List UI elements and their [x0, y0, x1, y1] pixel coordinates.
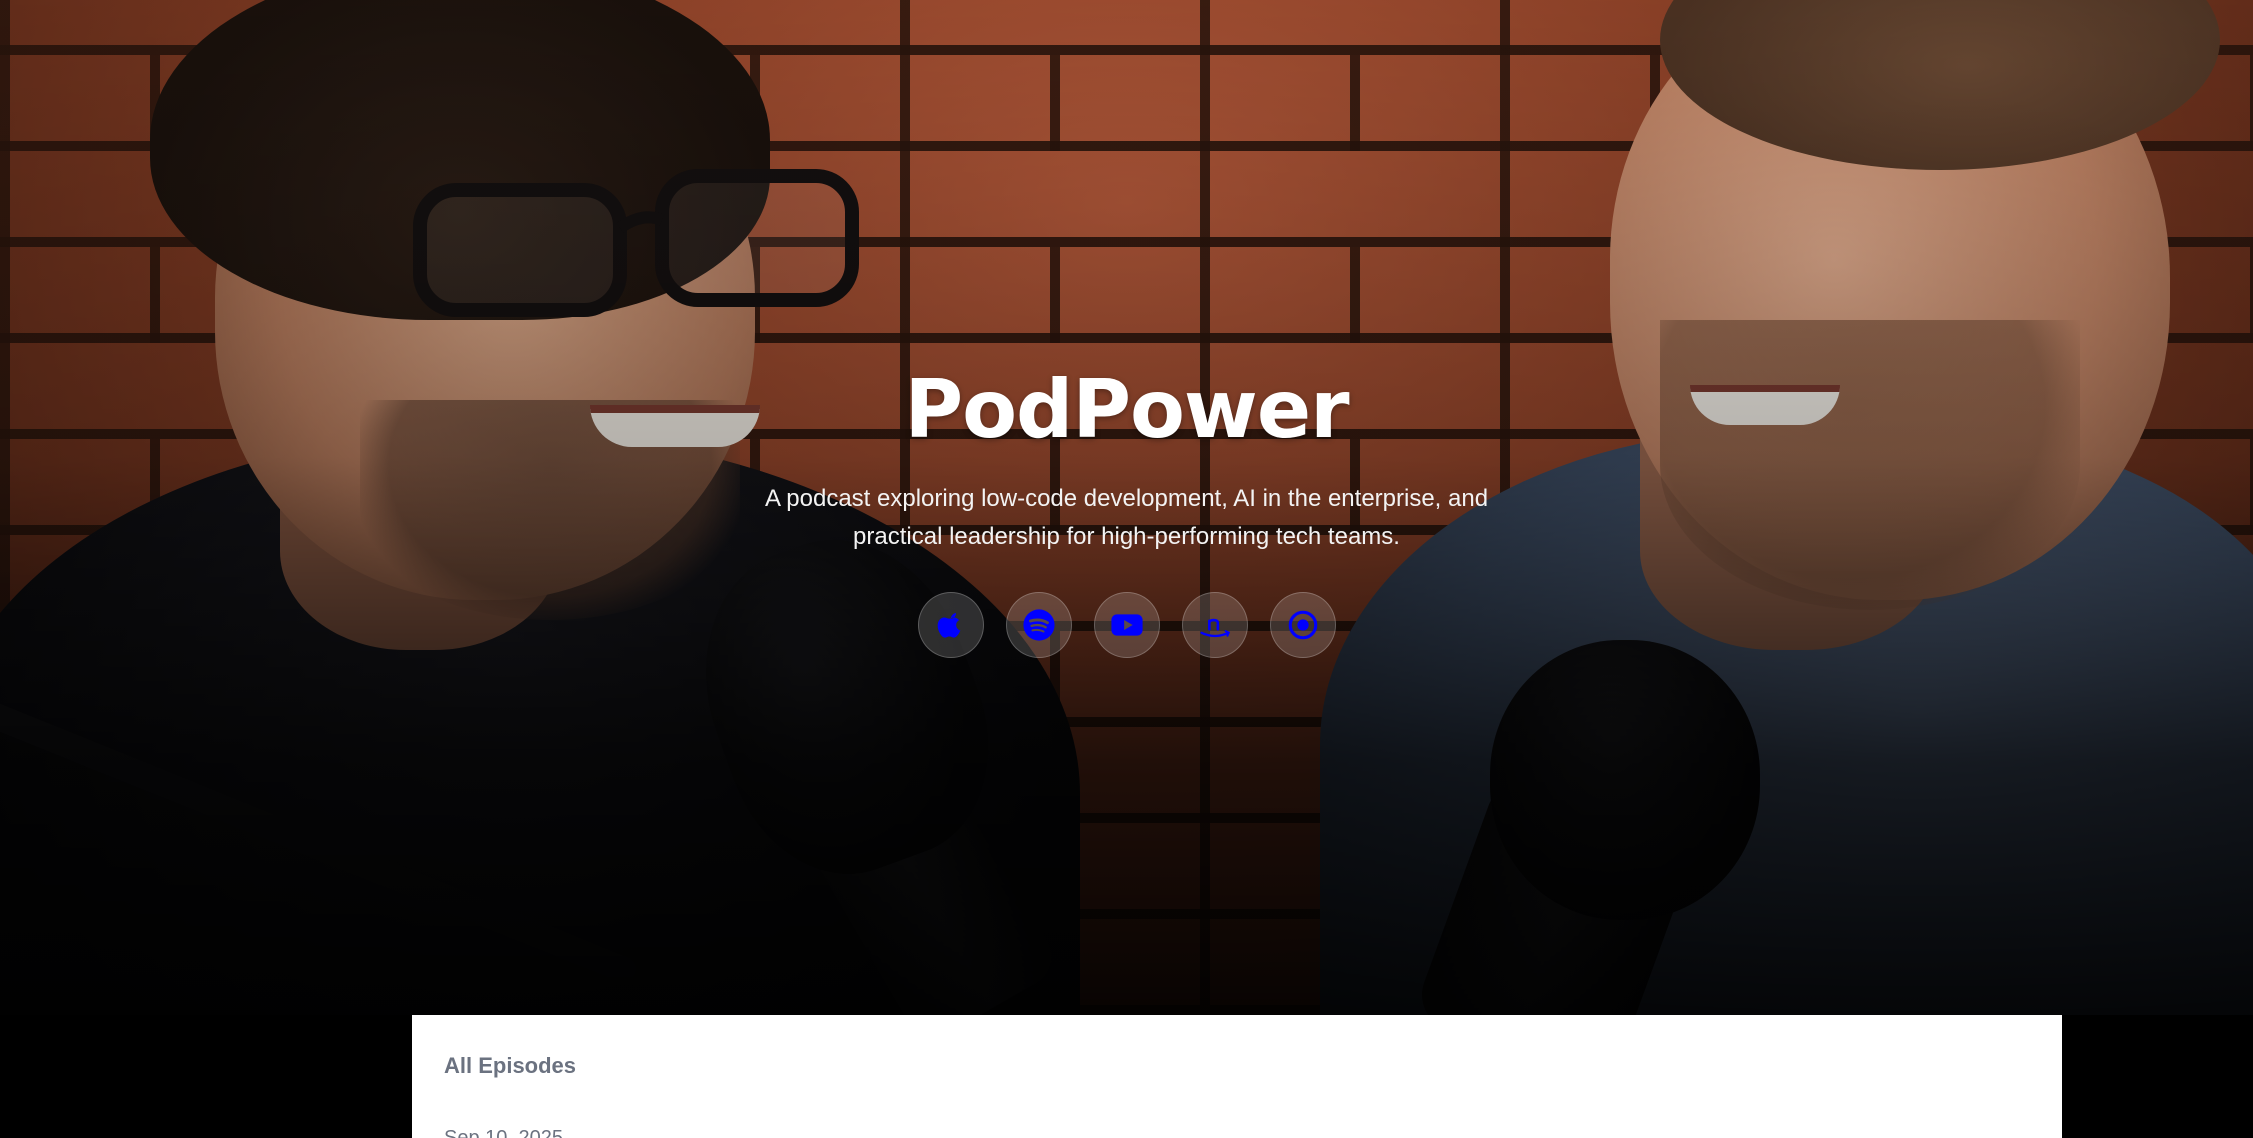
episodes-panel: All Episodes Sep 10, 2025	[412, 1015, 2062, 1138]
amazon-music-button[interactable]	[1181, 592, 1248, 658]
apple-icon	[937, 612, 960, 638]
podcast-tagline: A podcast exploring low-code development…	[764, 485, 1489, 550]
youtube-button[interactable]	[1093, 592, 1160, 658]
podcast-title: PodPower	[904, 363, 1349, 456]
amazon-music-icon	[1199, 618, 1230, 638]
apple-podcasts-button[interactable]	[917, 592, 984, 658]
all-episodes-heading: All Episodes	[444, 1053, 577, 1078]
platform-links	[0, 592, 2253, 658]
hero-content: PodPower A podcast exploring low-code de…	[0, 360, 2253, 658]
overcast-icon	[1288, 610, 1317, 640]
overcast-button[interactable]	[1269, 592, 1336, 658]
youtube-icon	[1110, 614, 1143, 636]
spotify-icon	[1022, 609, 1055, 641]
episode-date: Sep 10, 2025	[444, 1127, 563, 1138]
hero-section: PodPower A podcast exploring low-code de…	[0, 0, 2253, 1015]
spotify-button[interactable]	[1005, 592, 1072, 658]
